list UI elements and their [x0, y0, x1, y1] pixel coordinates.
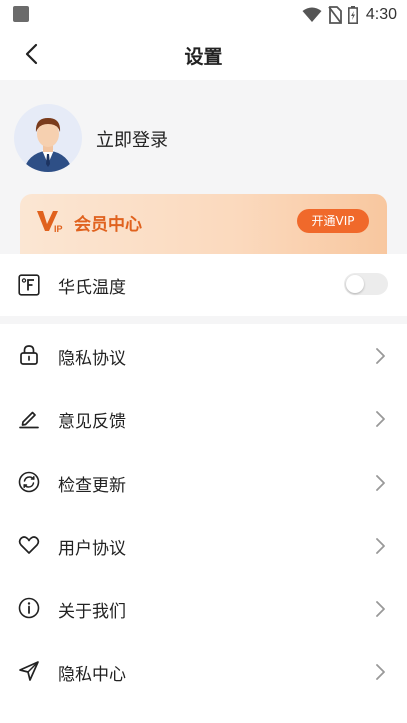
- fahrenheit-label: 华氏温度: [58, 278, 126, 298]
- menu-item-label: 关于我们: [58, 602, 126, 623]
- wifi-icon: [302, 7, 322, 22]
- toggle-knob: [346, 275, 364, 293]
- menu-item-label: 检查更新: [58, 475, 126, 496]
- fahrenheit-icon: [18, 274, 40, 296]
- chevron-right-icon: [376, 537, 385, 554]
- chevron-right-icon: [376, 601, 385, 618]
- battery-icon: [347, 6, 358, 24]
- vip-title: 会员中心: [74, 215, 142, 235]
- profile-section: 立即登录 IP 会员中心 开通VIP: [0, 80, 407, 254]
- svg-text:IP: IP: [54, 224, 63, 234]
- chevron-right-icon: [376, 348, 385, 364]
- chevron-right-icon: [376, 411, 385, 428]
- status-icons: 4:30: [302, 4, 397, 26]
- section-divider: [0, 316, 407, 324]
- menu-item-check-update[interactable]: 检查更新: [0, 451, 407, 514]
- notification-icon: [13, 6, 29, 22]
- open-vip-button[interactable]: 开通VIP: [297, 209, 369, 233]
- menu-item-privacy-policy[interactable]: 隐私协议: [0, 324, 407, 387]
- chevron-right-icon: [376, 664, 385, 681]
- pencil-icon: [19, 411, 39, 429]
- send-icon: [19, 661, 39, 682]
- menu-item-label: 用户协议: [58, 538, 126, 559]
- vip-logo-icon: IP: [37, 211, 63, 234]
- no-sim-icon: [328, 6, 342, 24]
- page-title: 设置: [184, 46, 223, 68]
- title-bar: 设置: [0, 30, 407, 80]
- menu-item-user-agreement[interactable]: 用户协议: [0, 514, 407, 577]
- menu-item-label: 意见反馈: [58, 412, 126, 433]
- user-avatar-icon: [24, 118, 72, 172]
- menu-item-feedback[interactable]: 意见反馈: [0, 387, 407, 450]
- menu-item-label: 隐私协议: [58, 349, 126, 369]
- fahrenheit-toggle[interactable]: [344, 273, 388, 295]
- login-link[interactable]: 立即登录: [96, 126, 168, 152]
- lock-icon: [20, 345, 38, 365]
- heart-icon: [18, 536, 40, 554]
- chevron-right-icon: [376, 474, 385, 491]
- vip-card[interactable]: IP 会员中心 开通VIP: [20, 194, 387, 254]
- menu-item-label: 隐私中心: [58, 665, 126, 686]
- avatar[interactable]: [14, 104, 82, 172]
- menu-item-privacy-center[interactable]: 隐私中心: [0, 640, 407, 703]
- fahrenheit-row: 华氏温度: [0, 254, 407, 316]
- info-icon: [18, 597, 40, 619]
- status-bar: 4:30: [0, 0, 407, 30]
- menu-item-about-us[interactable]: 关于我们: [0, 577, 407, 640]
- status-time: 4:30: [365, 6, 397, 23]
- refresh-icon: [18, 471, 40, 492]
- settings-menu: 隐私协议 意见反馈 检查更新 用户协议 关于我们 隐私中心: [0, 324, 407, 704]
